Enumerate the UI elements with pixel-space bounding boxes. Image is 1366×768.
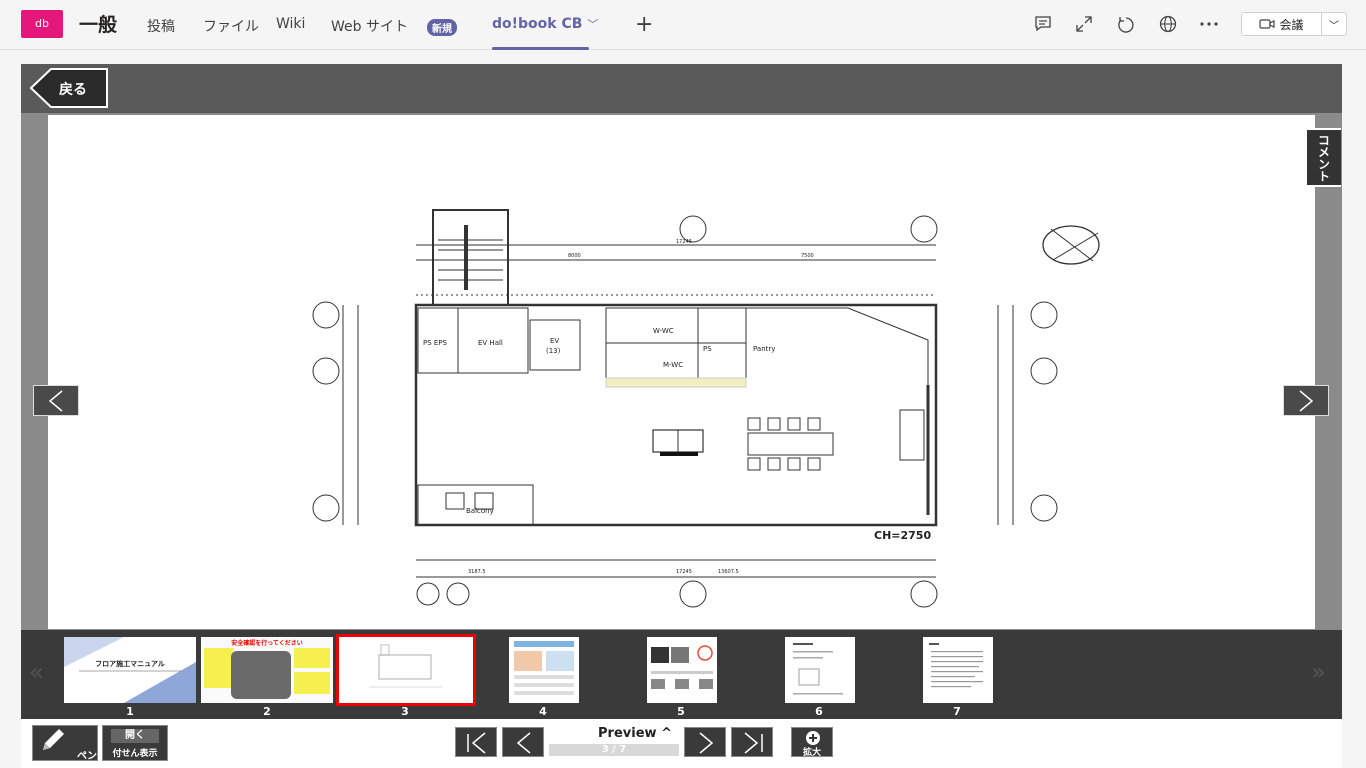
- preview-menu[interactable]: Preview ^: [570, 726, 700, 741]
- dim-label-top-2: 7500: [801, 253, 814, 259]
- chevron-right-icon: [1299, 389, 1314, 412]
- chevron-down-icon: ﹀: [587, 18, 599, 31]
- document-viewer: 戻る PS EPS EV Hall EV (13) W-WC M-WC PS P…: [21, 64, 1342, 768]
- thumbnail-2-title: 安全確認を行ってください: [231, 640, 303, 647]
- room-label-ps: PS: [703, 345, 712, 353]
- document-page[interactable]: PS EPS EV Hall EV (13) W-WC M-WC PS Pant…: [48, 115, 1315, 629]
- thumbnail-3-number: 3: [401, 705, 409, 718]
- pen-icon: [43, 729, 64, 750]
- dim-label-bottom-total: 17245: [676, 569, 692, 575]
- sticky-notes-button[interactable]: 開く 付せん表示: [102, 725, 168, 761]
- chevron-left-icon: [48, 389, 63, 412]
- thumbnail-page-7[interactable]: [923, 637, 993, 703]
- room-label-ev-hall: EV Hall: [478, 339, 503, 347]
- chevron-left-icon: [516, 732, 531, 754]
- meet-now-button[interactable]: 会議: [1242, 13, 1322, 35]
- sticky-label: 付せん表示: [112, 749, 158, 759]
- back-label: 戻る: [59, 82, 87, 98]
- conversation-icon[interactable]: [1032, 13, 1054, 35]
- meet-dropdown-icon[interactable]: ﹀: [1322, 17, 1346, 32]
- tab-posts[interactable]: 投稿: [147, 16, 175, 36]
- room-label-pantry: Pantry: [753, 345, 775, 353]
- thumbnail-5-number: 5: [677, 705, 685, 718]
- room-label-ev: EV: [550, 337, 559, 345]
- dim-label-top-total: 17245: [676, 239, 692, 245]
- thumbnail-page-6[interactable]: [785, 637, 855, 703]
- globe-icon[interactable]: [1157, 13, 1179, 35]
- channel-title: 一般: [79, 14, 118, 36]
- active-tab-indicator: [492, 47, 589, 50]
- thumbnail-1-number: 1: [126, 705, 134, 718]
- room-label-balcony: Balcony: [466, 507, 494, 515]
- more-options-icon[interactable]: [1198, 13, 1220, 35]
- zoom-button[interactable]: 拡大: [791, 727, 833, 758]
- thumbnail-4-number: 4: [539, 705, 547, 718]
- video-camera-icon: [1259, 19, 1276, 29]
- viewer-toolbar: 戻る: [21, 64, 1342, 113]
- tab-wiki[interactable]: Wiki: [276, 16, 305, 32]
- zoom-label: 拡大: [802, 748, 821, 758]
- back-button[interactable]: 戻る: [29, 68, 109, 108]
- thumbnail-page-3[interactable]: [336, 634, 476, 706]
- floor-plan-drawing: PS EPS EV Hall EV (13) W-WC M-WC PS Pant…: [312, 209, 1100, 608]
- bottom-toolbar: ペン 開く 付せん表示 Preview ^ 3 / 7 拡大: [21, 719, 1342, 768]
- thumbnail-1-title: フロア施工マニュアル: [95, 660, 165, 668]
- ceiling-height-label: CH=2750: [874, 529, 931, 542]
- tab-dobook[interactable]: do!book CB ﹀: [492, 16, 598, 32]
- thumbnail-7-number: 7: [953, 705, 961, 718]
- thumbnail-2-number: 2: [263, 705, 271, 718]
- tab-dobook-label: do!book CB: [492, 16, 583, 32]
- refresh-icon[interactable]: [1115, 13, 1137, 35]
- tab-files[interactable]: ファイル: [203, 16, 259, 36]
- sticky-open-label: 開く: [111, 729, 159, 743]
- expand-icon[interactable]: [1073, 13, 1095, 35]
- add-tab-icon[interactable]: +: [635, 12, 653, 37]
- next-page-arrow[interactable]: [1283, 385, 1329, 416]
- prev-page-button[interactable]: [502, 727, 544, 757]
- dim-label-bottom-1: 3187.5: [468, 569, 486, 575]
- app-icon[interactable]: db: [21, 10, 63, 38]
- prev-page-arrow[interactable]: [33, 385, 79, 416]
- dim-label-bottom-2: 13607.5: [718, 569, 739, 575]
- meet-label: 会議: [1279, 17, 1304, 32]
- last-page-button[interactable]: [731, 727, 773, 757]
- new-badge: 新規: [427, 19, 457, 36]
- first-page-icon: [467, 732, 486, 754]
- thumbnail-6-number: 6: [815, 705, 823, 718]
- page-count: 3 / 7: [549, 744, 679, 756]
- first-page-button[interactable]: [455, 727, 497, 757]
- thumbnail-page-5[interactable]: [647, 637, 717, 703]
- comment-tab[interactable]: コメント: [1305, 128, 1341, 187]
- thumbnail-page-1[interactable]: フロア施工マニュアル: [64, 637, 196, 703]
- tab-website[interactable]: Web サイト: [331, 16, 408, 36]
- dim-label-top-1: 8000: [568, 253, 581, 259]
- thumbnail-strip: « » フロア施工マニュアル 1 安全確認を行ってください 2 3 4 5 6 …: [21, 630, 1342, 719]
- thumbnail-page-4[interactable]: [509, 637, 579, 703]
- next-page-button[interactable]: [684, 727, 726, 757]
- room-label-ev-num: (13): [546, 347, 561, 355]
- zoom-in-icon: [806, 731, 820, 745]
- pen-button[interactable]: ペン: [32, 725, 98, 762]
- room-label-mwc: M-WC: [663, 361, 683, 369]
- room-label-wwc: W-WC: [653, 327, 674, 335]
- chevron-right-icon: [699, 732, 714, 754]
- strip-scroll-right-icon[interactable]: »: [1311, 658, 1326, 686]
- pen-label: ペン: [77, 751, 97, 762]
- teams-header: db 一般 投稿 ファイル Wiki Web サイト 新規 do!book CB…: [0, 0, 1366, 50]
- last-page-icon: [744, 732, 763, 754]
- strip-scroll-left-icon[interactable]: «: [29, 658, 44, 686]
- room-label-ps-eps: PS EPS: [423, 339, 448, 347]
- meet-button[interactable]: 会議 ﹀: [1241, 12, 1347, 36]
- thumbnail-page-2[interactable]: 安全確認を行ってください: [201, 637, 333, 703]
